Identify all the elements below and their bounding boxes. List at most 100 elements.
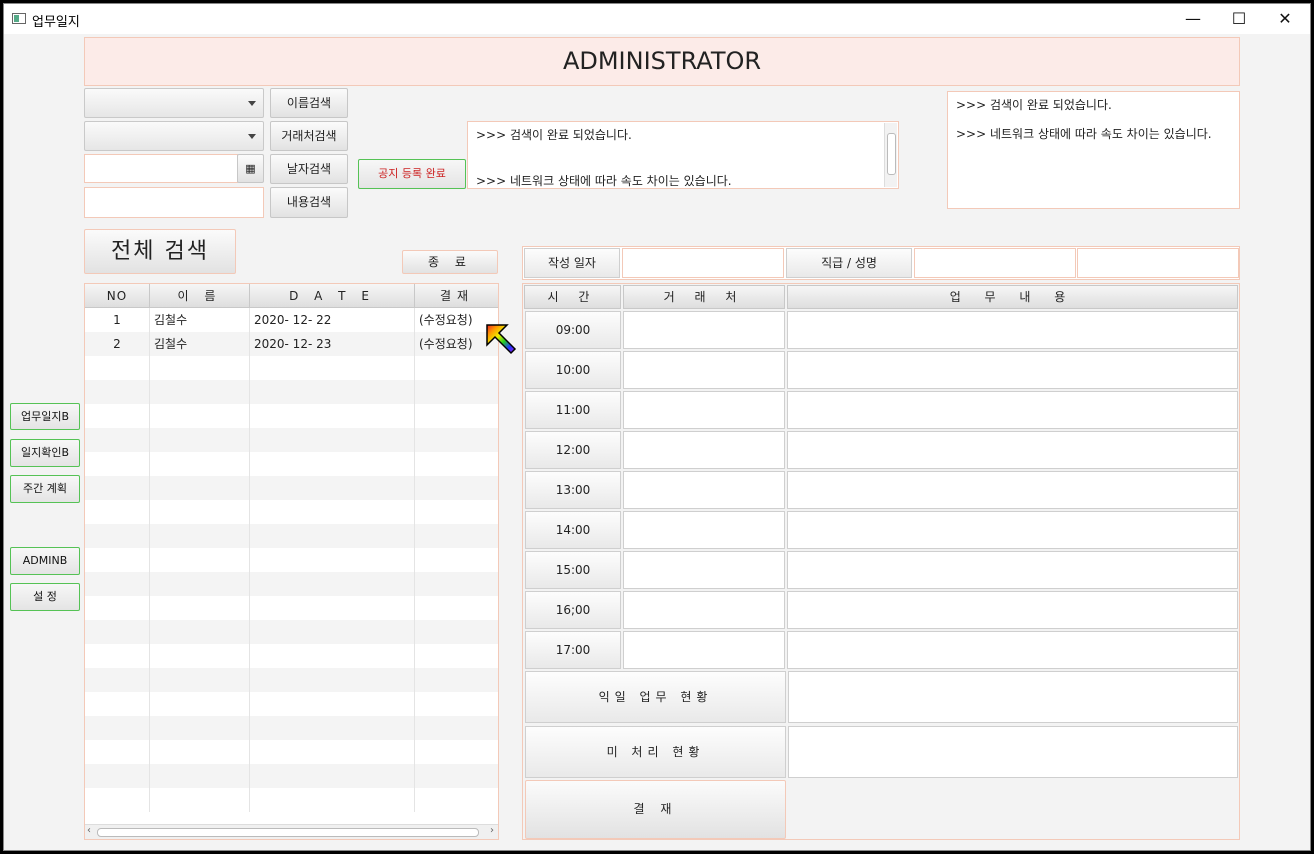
nav-log-check-button[interactable]: 일지확인B (10, 439, 80, 467)
date-search-button[interactable]: 날자검색 (270, 154, 348, 184)
nav-daily-log-button[interactable]: 업무일지B (10, 403, 80, 430)
table-row[interactable] (85, 380, 498, 404)
exit-button[interactable]: 종 료 (402, 250, 498, 274)
table-row[interactable] (85, 596, 498, 620)
notice-register-button[interactable]: 공지 등록 완료 (358, 159, 466, 189)
time-slot-client-field[interactable] (623, 631, 785, 669)
time-slot-content-field[interactable] (787, 471, 1238, 509)
table-row[interactable]: 2 김철수 2020- 12- 23 (수정요청) (85, 332, 498, 356)
page-title: ADMINISTRATOR (84, 37, 1240, 86)
search-combo-1[interactable] (84, 88, 264, 118)
cell-no (85, 524, 150, 548)
search-combo-2[interactable] (84, 121, 264, 151)
time-slot-client-field[interactable] (623, 511, 785, 549)
chevron-right-icon[interactable]: › (490, 825, 494, 836)
time-slot-label: 11:00 (525, 391, 621, 429)
time-slot-content-field[interactable] (787, 511, 1238, 549)
time-slot-client-field[interactable] (623, 591, 785, 629)
cell-no (85, 380, 150, 404)
column-header-no[interactable]: NO (85, 284, 150, 308)
horizontal-scrollbar[interactable]: ‹ › (85, 824, 498, 839)
cell-name (150, 596, 250, 620)
minimize-icon[interactable]: — (1170, 4, 1216, 34)
time-slot-content-field[interactable] (787, 311, 1238, 349)
column-header-approval[interactable]: 결재 (415, 284, 498, 308)
time-slot-content-field[interactable] (787, 351, 1238, 389)
position-name-label: 직급 / 성명 (786, 248, 912, 278)
content-input[interactable] (84, 187, 264, 218)
cell-status (415, 428, 498, 452)
cell-name (150, 356, 250, 380)
close-icon[interactable]: ✕ (1262, 4, 1308, 34)
time-slot-client-field[interactable] (623, 471, 785, 509)
maximize-icon[interactable]: ☐ (1216, 4, 1262, 34)
chevron-left-icon[interactable]: ‹ (87, 825, 91, 836)
next-day-status-field[interactable] (788, 671, 1238, 723)
approve-button[interactable]: 결 재 (525, 780, 786, 839)
content-search-button[interactable]: 내용검색 (270, 187, 348, 218)
time-slot-content-field[interactable] (787, 631, 1238, 669)
cell-name (150, 716, 250, 740)
table-row[interactable] (85, 620, 498, 644)
client-search-button[interactable]: 거래처검색 (270, 121, 348, 151)
table-row[interactable] (85, 692, 498, 716)
nav-weekly-plan-button[interactable]: 주간 계획 (10, 475, 80, 503)
time-slot-content-field[interactable] (787, 551, 1238, 589)
cell-no (85, 356, 150, 380)
cell-name (150, 404, 250, 428)
table-row[interactable] (85, 428, 498, 452)
table-row[interactable] (85, 476, 498, 500)
table-row[interactable] (85, 548, 498, 572)
cell-date (250, 356, 415, 380)
name-search-button[interactable]: 이름검색 (270, 88, 348, 118)
table-row[interactable]: 1 김철수 2020- 12- 22 (수정요청) (85, 308, 498, 332)
name-field[interactable] (1077, 248, 1239, 278)
nav-settings-button[interactable]: 설 정 (10, 583, 80, 611)
position-field[interactable] (914, 248, 1076, 278)
cell-status (415, 788, 498, 812)
table-row[interactable] (85, 572, 498, 596)
time-slot-client-field[interactable] (623, 311, 785, 349)
cell-no (85, 428, 150, 452)
table-row[interactable] (85, 500, 498, 524)
calendar-icon[interactable]: ▦ (237, 154, 264, 183)
cell-status (415, 476, 498, 500)
time-slot-label: 10:00 (525, 351, 621, 389)
table-row[interactable] (85, 524, 498, 548)
time-slot-content-field[interactable] (787, 391, 1238, 429)
write-date-label: 작성 일자 (524, 248, 620, 278)
time-slot-content-field[interactable] (787, 591, 1238, 629)
time-slot-client-field[interactable] (623, 391, 785, 429)
cell-name (150, 644, 250, 668)
date-input[interactable] (84, 154, 238, 183)
column-header-name[interactable]: 이 름 (150, 284, 250, 308)
time-slot-content-field[interactable] (787, 431, 1238, 469)
time-slot-client-field[interactable] (623, 431, 785, 469)
cell-no (85, 620, 150, 644)
center-message-box[interactable]: >>> 검색이 완료 되었습니다. >>> 네트워크 상태에 따라 속도 차이는… (467, 121, 899, 189)
column-header-date[interactable]: D A T E (250, 284, 415, 308)
table-row[interactable] (85, 740, 498, 764)
nav-admin-button[interactable]: ADMINB (10, 547, 80, 575)
write-date-field[interactable] (622, 248, 784, 278)
table-row[interactable] (85, 644, 498, 668)
time-slot-client-field[interactable] (623, 351, 785, 389)
table-row[interactable] (85, 716, 498, 740)
right-message-box[interactable]: >>> 검색이 완료 되었습니다. >>> 네트워크 상태에 따라 속도 차이는… (947, 91, 1240, 209)
time-slot-client-field[interactable] (623, 551, 785, 589)
table-row[interactable] (85, 668, 498, 692)
pending-status-field[interactable] (788, 726, 1238, 778)
table-row[interactable] (85, 404, 498, 428)
right-message-line-1: >>> 검색이 완료 되었습니다. (956, 98, 1112, 112)
window-title: 업무일지 (32, 15, 80, 30)
cell-status (415, 356, 498, 380)
table-row[interactable] (85, 452, 498, 476)
table-row[interactable] (85, 764, 498, 788)
table-row[interactable] (85, 788, 498, 812)
cell-status (415, 716, 498, 740)
cell-date (250, 716, 415, 740)
log-list-table[interactable]: NO 이 름 D A T E 결재 1 김철수 2020- 12- 22 (수정요청)… (84, 283, 499, 840)
full-search-button[interactable]: 전체 검색 (84, 229, 236, 274)
message-scrollbar[interactable] (884, 123, 897, 187)
table-row[interactable] (85, 356, 498, 380)
